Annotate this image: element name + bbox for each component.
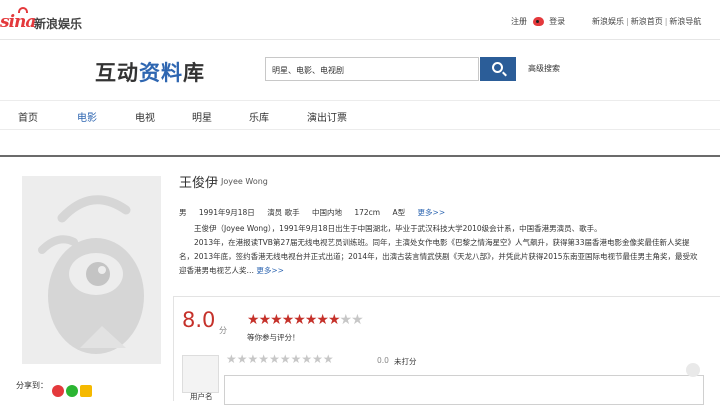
brand-part-3: 库 [183,61,205,85]
user-star-icon[interactable]: ★ [258,352,269,366]
star-filled-icon: ★ [258,312,272,328]
wechat-share-icon[interactable] [66,384,78,397]
brand-part-2: 资料 [139,61,183,85]
user-star-icon[interactable]: ★ [291,352,302,366]
person-height: 172cm [354,208,381,217]
login-area: 注册 登录 [511,16,565,27]
person-occupation: 演员 歌手 [267,208,300,217]
sina-logo[interactable]: sina 新浪娱乐 [0,7,90,34]
watermark-icon [686,363,700,377]
user-avatar [182,355,219,393]
link-sina-home[interactable]: 新浪首页 [631,17,663,26]
person-birth: 1991年9月18日 [198,208,255,217]
brand-part-1: 互动 [95,61,139,85]
star-empty-icon: ★ [351,312,364,328]
user-star-icon[interactable]: ★ [323,352,334,366]
user-star-icon[interactable]: ★ [237,352,248,366]
user-rating-status: 未打分 [394,357,417,366]
user-star-icon[interactable]: ★ [248,352,259,366]
qzone-share-icon[interactable] [80,384,92,397]
default-avatar-icon [38,195,144,354]
star-empty-icon: ★ [339,312,353,328]
weibo-icon [532,17,544,26]
person-region: 中国内地 [311,208,342,217]
link-sina-ent[interactable]: 新浪娱乐 [592,17,624,26]
star-filled-icon: ★ [281,312,295,328]
star-filled-icon: ★ [270,312,283,328]
user-rating-stars[interactable]: ★★★★★★★★★★ [226,352,334,366]
star-filled-icon: ★ [304,312,318,328]
person-name: 王俊伊 [179,176,219,191]
star-filled-icon: ★ [316,312,329,328]
search-button[interactable] [480,57,516,81]
share-icons [52,380,94,399]
bio-paragraph-2: 2013年，在港报读TVB第27届无线电视艺员训练班。同年，主演处女作电影《巴黎… [179,236,704,278]
user-star-icon[interactable]: ★ [226,352,237,366]
nav-tv[interactable]: 电视 [135,109,155,124]
weibo-share-icon[interactable] [52,384,64,397]
person-bio: 王俊伊（Joyee Wong），1991年9月18日出生于中国湖北，毕业于武汉科… [179,222,704,278]
user-score: 0.0 [377,356,389,365]
login-link[interactable]: 登录 [549,16,565,27]
user-star-icon[interactable]: ★ [301,352,312,366]
bio-paragraph-1: 王俊伊（Joyee Wong），1991年9月18日出生于中国湖北，毕业于武汉科… [194,224,602,233]
top-links: 新浪娱乐 | 新浪首页 | 新浪导航 [592,16,701,27]
top-bar: sina 新浪娱乐 注册 登录 新浪娱乐 | 新浪首页 | 新浪导航 [0,0,720,40]
person-blood: A型 [392,208,406,217]
logo-ent-text: 新浪娱乐 [34,17,83,31]
share-label: 分享到： [16,381,48,390]
person-meta: 男 1991年9月18日 演员 歌手 中国内地 172cm A型 更多>> [179,207,455,218]
user-star-icon[interactable]: ★ [269,352,280,366]
link-separator: | [626,17,629,26]
nav-home[interactable]: 首页 [18,109,38,124]
user-star-icon[interactable]: ★ [312,352,323,366]
search-input[interactable] [266,59,478,82]
nav-music[interactable]: 乐库 [249,109,269,124]
nav-movie[interactable]: 电影 [77,109,97,124]
nav-tickets[interactable]: 演出订票 [307,109,347,124]
search-box [265,57,479,82]
register-link[interactable]: 注册 [511,16,527,27]
person-photo-placeholder [22,176,161,364]
nav-star[interactable]: 明星 [192,109,212,124]
star-filled-icon: ★ [293,312,306,328]
person-gender: 男 [179,208,187,217]
rating-score: 8.0 [182,308,216,332]
user-star-icon[interactable]: ★ [280,352,291,366]
logo-sina-text: sina [0,12,36,32]
search-icon [492,62,503,73]
meta-more-link[interactable]: 更多>> [418,208,446,217]
rating-score-unit: 分 [219,326,227,335]
advanced-search-link[interactable]: 高级搜索 [528,63,560,74]
star-filled-icon: ★ [327,312,341,328]
person-name-en: Joyee Wong [221,177,268,186]
star-filled-icon: ★ [247,312,260,328]
link-separator: | [664,17,668,26]
rating-stars: ★★★★★★★★★★ [247,312,364,328]
user-name-label: 用户名 [190,392,213,401]
link-sina-nav[interactable]: 新浪导航 [669,17,701,26]
section-divider [0,155,720,157]
main-nav: 首页 电影 电视 明星 乐库 演出订票 [0,100,720,130]
bio-more-link[interactable]: 更多>> [256,266,284,275]
site-brand[interactable]: 互动资料库 [95,57,205,87]
rating-prompt: 等你参与评分！ [247,333,300,342]
